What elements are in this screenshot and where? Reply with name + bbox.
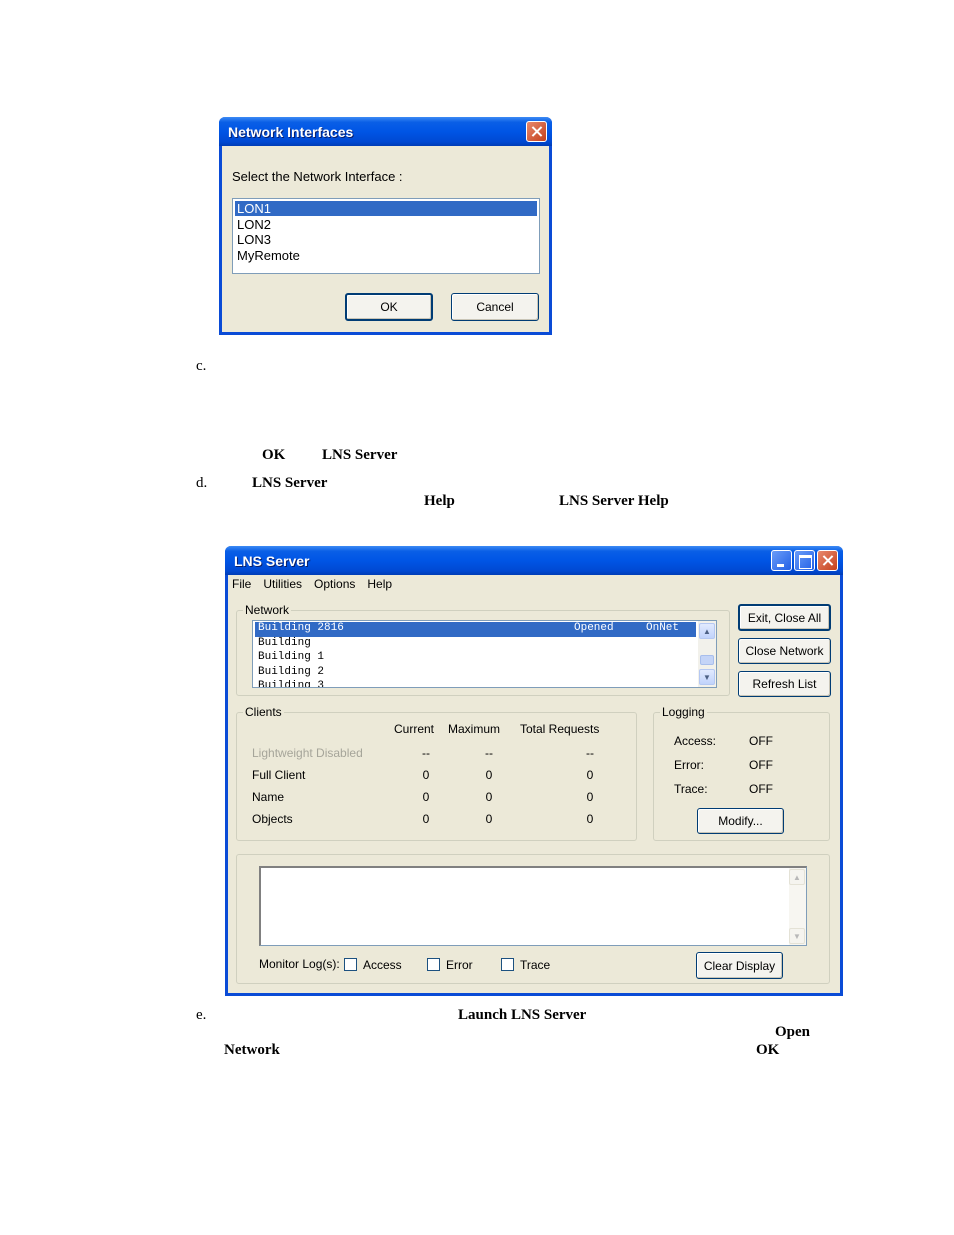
client-total-value: --: [586, 746, 594, 760]
client-maximum-value: --: [485, 746, 493, 760]
network-name: Building: [258, 636, 311, 649]
modify-button[interactable]: Modify...: [697, 808, 784, 834]
step-e-marker: e.: [196, 1007, 207, 1023]
network-group-label: Network: [243, 603, 292, 617]
scroll-down-icon[interactable]: ▼: [699, 669, 715, 685]
scroll-up-icon[interactable]: ▲: [699, 623, 715, 639]
monitor-checkbox-label[interactable]: Trace: [520, 958, 550, 972]
client-maximum-value: 0: [485, 812, 493, 826]
network-list-item[interactable]: Building 3: [255, 680, 696, 688]
monitor-checkbox-label[interactable]: Error: [446, 958, 473, 972]
exit-close-all-button[interactable]: Exit, Close All: [738, 604, 831, 631]
minimize-icon[interactable]: [771, 550, 792, 571]
client-current-value: 0: [422, 768, 430, 782]
step-e-ok: OK: [756, 1042, 780, 1058]
step-e-network: Network: [224, 1042, 280, 1058]
clients-group-label: Clients: [243, 705, 284, 719]
logging-label: Trace:: [674, 782, 708, 796]
interface-list-item[interactable]: LON1: [235, 201, 537, 216]
network-list-item[interactable]: Building 1: [255, 651, 696, 666]
menu-utilities[interactable]: Utilities: [263, 577, 302, 595]
client-row-label: Name: [252, 790, 285, 804]
network-mode: OnNet: [646, 622, 680, 634]
network-interfaces-dialog: Network Interfaces Select the Network In…: [219, 117, 552, 335]
client-row-label: Lightweight Disabled: [252, 746, 363, 760]
client-current-value: 0: [422, 812, 430, 826]
lns-titlebar[interactable]: LNS Server: [225, 546, 843, 575]
client-maximum-value: 0: [485, 790, 493, 804]
monitor-checkbox[interactable]: [427, 958, 440, 971]
ok-button[interactable]: OK: [345, 293, 433, 321]
client-total-value: 0: [586, 790, 594, 804]
network-list-item[interactable]: Building 2816 Opened OnNet: [255, 622, 696, 637]
log-scrollbar[interactable]: ▲ ▼: [789, 868, 806, 945]
lns-title: LNS Server: [234, 553, 310, 569]
logging-label: Error:: [674, 758, 704, 772]
step-d-help: Help: [424, 493, 455, 509]
network-list-item[interactable]: Building: [255, 637, 696, 652]
client-total-value: 0: [586, 768, 594, 782]
client-maximum-value: 0: [485, 768, 493, 782]
dialog-titlebar[interactable]: Network Interfaces: [219, 117, 552, 146]
monitor-checkbox[interactable]: [344, 958, 357, 971]
menu-file[interactable]: File: [232, 577, 251, 595]
header-current: Current: [394, 722, 435, 736]
log-display-area[interactable]: ▲ ▼: [259, 866, 807, 946]
network-name: Building 3: [258, 680, 325, 688]
interface-list-item[interactable]: MyRemote: [235, 248, 537, 263]
menu-bar: File Utilities Options Help: [232, 577, 392, 595]
step-c-marker: c.: [196, 358, 207, 374]
monitor-logs-label: Monitor Log(s):: [259, 957, 340, 971]
header-total-requests: Total Requests: [520, 722, 600, 736]
network-listbox[interactable]: Building 2816 Opened OnNet Building Building…: [252, 620, 717, 688]
interface-listbox[interactable]: LON1 LON2 LON3 MyRemote: [232, 198, 540, 274]
logging-value: OFF: [749, 758, 773, 772]
logging-group-label: Logging: [660, 705, 707, 719]
logging-value: OFF: [749, 734, 773, 748]
client-current-value: --: [422, 746, 430, 760]
network-name: Building 2: [258, 665, 325, 678]
client-total-value: 0: [586, 812, 594, 826]
logging-label: Access:: [674, 734, 717, 748]
logging-value: OFF: [749, 782, 773, 796]
client-row-label: Full Client: [252, 768, 306, 782]
close-network-button[interactable]: Close Network: [738, 638, 831, 664]
menu-help[interactable]: Help: [367, 577, 392, 595]
header-maximum: Maximum: [448, 722, 501, 736]
lns-server-window: LNS Server File Utilities Options Help N…: [225, 546, 843, 996]
network-status: Opened: [574, 622, 614, 634]
close-icon[interactable]: [817, 550, 838, 571]
monitor-checkbox[interactable]: [501, 958, 514, 971]
step-e-open: Open: [775, 1024, 811, 1040]
log-scroll-down-icon[interactable]: ▼: [789, 928, 805, 944]
refresh-list-button[interactable]: Refresh List: [738, 671, 831, 697]
scroll-thumb[interactable]: [700, 655, 714, 665]
interface-list-item[interactable]: LON2: [235, 217, 537, 232]
step-d-marker: d.: [196, 475, 208, 491]
step-d-lns-server: LNS Server: [252, 475, 328, 491]
client-current-value: 0: [422, 790, 430, 804]
network-name: Building 2816: [258, 622, 344, 634]
menu-options[interactable]: Options: [314, 577, 355, 595]
log-scroll-up-icon[interactable]: ▲: [789, 869, 805, 885]
step-c-lns-server: LNS Server: [322, 447, 398, 463]
dialog-title: Network Interfaces: [228, 124, 354, 140]
maximize-icon[interactable]: [794, 550, 815, 571]
step-e-launch-lns: Launch LNS Server: [458, 1007, 587, 1023]
network-scrollbar[interactable]: ▲ ▼: [698, 621, 716, 687]
step-c-ok: OK: [262, 447, 286, 463]
network-name: Building 1: [258, 651, 325, 663]
cancel-button[interactable]: Cancel: [451, 293, 539, 321]
close-icon[interactable]: [526, 121, 547, 142]
network-list-item[interactable]: Building 2: [255, 666, 696, 681]
interface-prompt: Select the Network Interface :: [232, 169, 403, 184]
step-d-lns-server-help: LNS Server Help: [559, 493, 669, 509]
monitor-checkbox-label[interactable]: Access: [363, 958, 402, 972]
clear-display-button[interactable]: Clear Display: [696, 952, 783, 979]
client-row-label: Objects: [252, 812, 293, 826]
interface-list-item[interactable]: LON3: [235, 232, 537, 247]
